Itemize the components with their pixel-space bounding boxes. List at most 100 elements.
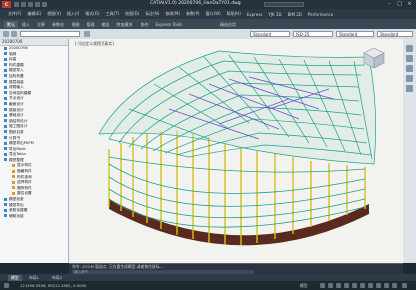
quick-access-save-icon[interactable] — [28, 2, 33, 7]
tree-item-label: 楼层组装 — [9, 79, 24, 84]
ribbon-tab[interactable]: 视图 — [69, 21, 83, 28]
ribbon-tab[interactable]: Express Tools — [153, 21, 186, 28]
tree-item-label: 节点设计 — [9, 96, 24, 101]
status-bar: 121456.2556, 95212.4562, 0.0000 模型 — [0, 281, 416, 290]
tree-node-icon — [4, 91, 7, 95]
tree-node-icon — [4, 108, 7, 112]
ribbon-tab[interactable]: 参数化 — [49, 21, 67, 28]
layer-icon[interactable] — [3, 31, 9, 37]
menu-item[interactable]: 窗口(W) — [206, 11, 221, 17]
ribbon-tab[interactable]: 附加模块 — [114, 21, 136, 28]
tree-item-label: 辅助功能 — [9, 213, 24, 218]
quick-access-open-icon[interactable] — [21, 2, 26, 7]
workspace-icon[interactable] — [376, 283, 381, 288]
tree-node-icon — [12, 175, 15, 179]
menu-item[interactable]: 插入(I) — [67, 11, 79, 17]
tree-node-icon — [4, 124, 7, 128]
menu-item[interactable]: YJK 3D — [268, 12, 281, 17]
tree-node-icon — [4, 85, 7, 89]
tree-node-icon — [4, 214, 7, 218]
osnap-icon[interactable] — [352, 283, 357, 288]
menu-item[interactable]: 格式(O) — [85, 11, 99, 17]
tree-node-icon — [4, 57, 7, 61]
quick-access-new-icon[interactable] — [14, 2, 19, 7]
search-input[interactable] — [264, 2, 304, 7]
tree-item[interactable]: 辅助功能 — [0, 214, 68, 220]
pan-icon[interactable] — [406, 55, 413, 62]
tree-item-label: 构件查询 — [17, 174, 32, 179]
menu-item[interactable]: Express — [247, 12, 263, 17]
drawing-canvas[interactable]: [-][自定义视图][真实] — [69, 39, 403, 263]
tree-node-icon — [12, 169, 15, 173]
tree-item-label: 基础设计 — [9, 113, 24, 118]
menu-item[interactable]: BIM 2D — [288, 12, 302, 17]
ribbon-tab[interactable]: 输出 — [99, 21, 113, 28]
tree-item-label: 楼板设计 — [9, 107, 24, 112]
minimize-button[interactable]: – — [385, 1, 394, 8]
project-tree-panel: 20200706 20200706 轴网 标高 构件建模 模型导入 结构布置 楼层组装 荷载输… — [0, 39, 69, 263]
close-button[interactable]: × — [405, 1, 414, 8]
polar-icon[interactable] — [344, 283, 349, 288]
menu-item[interactable]: 参数(P) — [186, 11, 200, 17]
layer-dropdown[interactable] — [20, 31, 80, 37]
showmotion-icon[interactable] — [406, 85, 413, 92]
tree-item-label: 钢结构设计 — [9, 118, 28, 123]
isolate-icon[interactable] — [384, 283, 389, 288]
tree-node-icon — [4, 152, 7, 156]
menu-bar: 文件(F) 编辑(E) 视图(V) 插入(I) 格式(O) 工具(T) 绘图(D) 标注(N)… — [0, 9, 416, 19]
tree-item-label: 结构布置 — [9, 73, 24, 78]
menu-item[interactable]: 文件(F) — [8, 11, 21, 17]
mleader-style-dropdown[interactable]: Standard — [377, 31, 413, 37]
menu-item[interactable]: 编辑(E) — [27, 11, 41, 17]
app-logo-icon[interactable]: C — [2, 1, 11, 8]
tree-node-icon — [4, 141, 7, 145]
maximize-button[interactable]: □ — [395, 1, 404, 8]
fullscreen-icon[interactable] — [392, 283, 397, 288]
view-cube[interactable] — [361, 45, 387, 71]
tree-node-icon — [4, 52, 7, 56]
ribbon-tab[interactable]: 注释 — [34, 21, 48, 28]
quick-access-redo-icon[interactable] — [42, 2, 47, 7]
orbit-icon[interactable] — [406, 75, 413, 82]
layout-tabs: 模型 布局1 布局2 — [0, 274, 416, 281]
tree-item-label: 荷载输入 — [9, 85, 24, 90]
ribbon-tab[interactable]: 管理 — [84, 21, 98, 28]
ribbon-tab[interactable]: 默认 — [4, 21, 18, 28]
ribbon-tab[interactable]: 协作 — [138, 21, 152, 28]
menu-item[interactable]: 工具(T) — [106, 11, 120, 17]
quick-access-undo-icon[interactable] — [35, 2, 40, 7]
customization-icon[interactable] — [402, 283, 407, 288]
model-space-label[interactable]: 模型 — [300, 283, 308, 289]
ribbon-tab[interactable]: 插入 — [19, 21, 33, 28]
menu-item[interactable]: 标注(N) — [145, 11, 159, 17]
menu-item[interactable]: Performance — [308, 12, 333, 17]
tree-item-label: 选择构件 — [17, 180, 32, 185]
tree-item-label: 导出Revit — [9, 146, 26, 151]
tree-node-icon — [12, 180, 15, 184]
snap-icon[interactable] — [328, 283, 333, 288]
menu-icon[interactable] — [4, 283, 9, 288]
lineweight-icon[interactable] — [360, 283, 365, 288]
layer-properties-icon[interactable] — [84, 31, 90, 37]
tree-item-label: 属性设置 — [17, 191, 32, 196]
dim-style-dropdown[interactable]: ISO-25 — [293, 31, 333, 37]
menu-item[interactable]: 视图(V) — [47, 11, 61, 17]
menu-item[interactable]: 绘图(D) — [125, 11, 139, 17]
light-bulb-icon[interactable] — [11, 31, 17, 37]
tree-node-icon — [4, 96, 7, 100]
view-cube-icon[interactable] — [361, 45, 387, 71]
ortho-icon[interactable] — [336, 283, 341, 288]
menu-item[interactable]: 帮助(H) — [227, 11, 241, 17]
tree-node-icon — [4, 136, 7, 139]
table-style-dropdown[interactable]: Standard — [336, 31, 374, 37]
menu-item[interactable]: 修改(M) — [165, 11, 180, 17]
tree-node-icon — [4, 46, 7, 50]
grid-icon[interactable] — [320, 283, 325, 288]
full-navigation-wheel-icon[interactable] — [406, 45, 413, 52]
text-style-dropdown[interactable]: Standard — [250, 31, 290, 37]
zoom-icon[interactable] — [406, 65, 413, 72]
annotation-scale-icon[interactable] — [368, 283, 373, 288]
tree-item-label: 模型导入 — [9, 68, 24, 73]
ribbon-tab[interactable]: 精选应用 — [217, 21, 239, 28]
tree-item-label: 图纸目录 — [9, 129, 24, 134]
